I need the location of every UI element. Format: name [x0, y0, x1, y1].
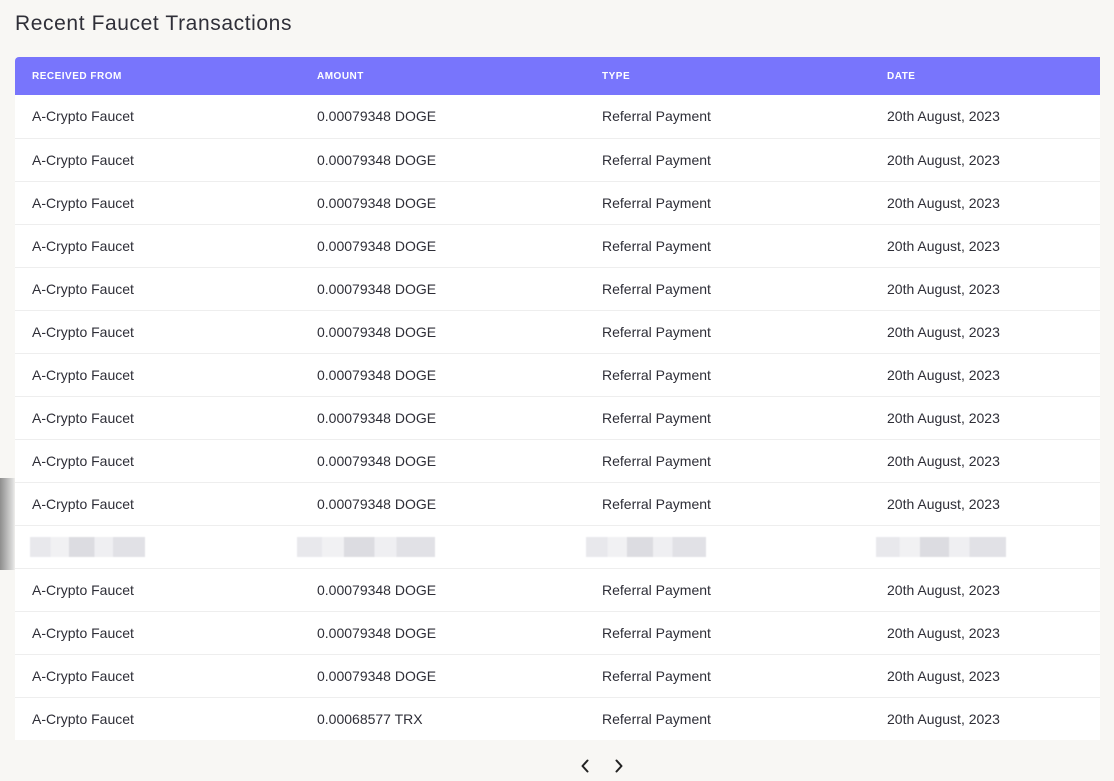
transactions-table-card: RECEIVED FROM AMOUNT TYPE DATE A-Crypto …: [15, 57, 1100, 740]
table-row: A-Crypto Faucet 0.00079348 DOGE Referral P…: [15, 653, 1100, 697]
redacted-block: [586, 536, 706, 557]
table-row: A-Crypto Faucet 0.00079348 DOGE Referral P…: [15, 180, 1100, 224]
cell-type: Referral Payment: [585, 696, 870, 740]
cell-date: 20th August, 2023: [870, 309, 1100, 353]
cell-date: 20th August, 2023: [870, 438, 1100, 482]
next-page-button[interactable]: [611, 753, 627, 779]
cell-type: Referral Payment: [585, 137, 870, 181]
cell-amount: 0.00079348 DOGE: [317, 108, 437, 125]
cell-amount: 0.00079348 DOGE: [300, 309, 585, 353]
page-title: Recent Faucet Transactions: [15, 12, 293, 35]
cell-type: Referral Payment: [602, 108, 711, 125]
cell-amount: 0.00079348 DOGE: [300, 223, 585, 267]
column-header-amount: AMOUNT: [317, 70, 364, 82]
cell-received-from: A-Crypto Faucet: [15, 438, 300, 482]
cell-amount: 0.00079348 DOGE: [300, 567, 585, 611]
column-header-received-from: RECEIVED FROM: [32, 70, 122, 82]
pagination: [0, 753, 1114, 781]
redacted-block: [30, 536, 145, 557]
cell-amount: [297, 524, 585, 568]
cell-received-from: A-Crypto Faucet: [15, 352, 300, 396]
cell-received-from: A-Crypto Faucet: [15, 653, 300, 697]
cell-type: Referral Payment: [585, 309, 870, 353]
table-row: A-Crypto Faucet 0.00079348 DOGE Referral P…: [15, 95, 1100, 138]
cell-received-from: A-Crypto Faucet: [15, 266, 300, 310]
chevron-right-icon: [615, 759, 623, 773]
cell-received-from: [15, 524, 300, 568]
table-body: A-Crypto Faucet 0.00079348 DOGE Referral P…: [15, 95, 1100, 740]
cell-type: Referral Payment: [585, 180, 870, 224]
table-row: A-Crypto Faucet 0.00068577 TRX Referral Pa…: [15, 696, 1100, 740]
table-row: A-Crypto Faucet 0.00079348 DOGE Referral P…: [15, 610, 1100, 654]
column-header-type: TYPE: [602, 70, 631, 82]
cell-date: 20th August, 2023: [870, 180, 1100, 224]
cell-date: 20th August, 2023: [870, 223, 1100, 267]
cell-amount: 0.00079348 DOGE: [300, 137, 585, 181]
cell-received-from: A-Crypto Faucet: [15, 137, 300, 181]
cell-type: Referral Payment: [585, 481, 870, 525]
table-row: A-Crypto Faucet 0.00079348 DOGE Referral P…: [15, 567, 1100, 611]
table-row: A-Crypto Faucet 0.00079348 DOGE Referral P…: [15, 266, 1100, 310]
cell-type: Referral Payment: [585, 653, 870, 697]
cell-amount: 0.00079348 DOGE: [300, 180, 585, 224]
cell-received-from: A-Crypto Faucet: [15, 180, 300, 224]
table-row: A-Crypto Faucet 0.00079348 DOGE Referral P…: [15, 352, 1100, 396]
cell-date: 20th August, 2023: [870, 395, 1100, 439]
cell-type: Referral Payment: [585, 352, 870, 396]
cell-type: Referral Payment: [585, 610, 870, 654]
table-row: A-Crypto Faucet 0.00079348 DOGE Referral P…: [15, 137, 1100, 181]
cell-received-from: A-Crypto Faucet: [15, 481, 300, 525]
cell-received-from: A-Crypto Faucet: [15, 309, 300, 353]
chevron-left-icon: [581, 759, 589, 773]
cell-date: 20th August, 2023: [870, 352, 1100, 396]
table-row: A-Crypto Faucet 0.00079348 DOGE Referral P…: [15, 438, 1100, 482]
cell-date: 20th August, 2023: [870, 137, 1100, 181]
cell-amount: 0.00079348 DOGE: [300, 266, 585, 310]
cell-type: Referral Payment: [585, 223, 870, 267]
cell-received-from: A-Crypto Faucet: [15, 610, 300, 654]
cell-type: Referral Payment: [585, 567, 870, 611]
cell-received-from: A-Crypto Faucet: [15, 567, 300, 611]
cell-received-from: A-Crypto Faucet: [15, 696, 300, 740]
table-row: A-Crypto Faucet 0.00079348 DOGE Referral P…: [15, 395, 1100, 439]
table-row: A-Crypto Faucet 0.00079348 DOGE Referral P…: [15, 223, 1100, 267]
cell-received-from: A-Crypto Faucet: [32, 108, 134, 125]
table-row: A-Crypto Faucet 0.00079348 DOGE Referral P…: [15, 309, 1100, 353]
transactions-table: RECEIVED FROM AMOUNT TYPE DATE A-Crypto …: [15, 57, 1100, 740]
page: Recent Faucet Transactions RECEIVED FROM…: [0, 0, 1114, 781]
table-row-redacted: [15, 524, 1100, 568]
cell-type: Referral Payment: [585, 395, 870, 439]
cell-type: Referral Payment: [585, 438, 870, 482]
redacted-block: [297, 536, 435, 557]
cell-received-from: A-Crypto Faucet: [15, 395, 300, 439]
cell-date: 20th August, 2023: [870, 610, 1100, 654]
cell-amount: 0.00079348 DOGE: [300, 438, 585, 482]
cell-amount: 0.00079348 DOGE: [300, 653, 585, 697]
table-header-row: RECEIVED FROM AMOUNT TYPE DATE: [15, 57, 1100, 95]
cell-date: [870, 524, 1100, 568]
cell-date: 20th August, 2023: [870, 567, 1100, 611]
cell-type: [585, 524, 870, 568]
cell-date: 20th August, 2023: [887, 108, 1000, 125]
cell-date: 20th August, 2023: [870, 481, 1100, 525]
cell-date: 20th August, 2023: [870, 266, 1100, 310]
left-edge-shadow: [0, 478, 16, 570]
cell-amount: 0.00079348 DOGE: [300, 395, 585, 439]
cell-received-from: A-Crypto Faucet: [15, 223, 300, 267]
column-header-date: DATE: [887, 70, 916, 82]
cell-date: 20th August, 2023: [870, 653, 1100, 697]
cell-amount: 0.00068577 TRX: [300, 696, 585, 740]
cell-amount: 0.00079348 DOGE: [300, 481, 585, 525]
table-header: RECEIVED FROM AMOUNT TYPE DATE: [15, 57, 1100, 95]
cell-date: 20th August, 2023: [870, 696, 1100, 740]
prev-page-button[interactable]: [577, 753, 593, 779]
cell-amount: 0.00079348 DOGE: [300, 610, 585, 654]
cell-amount: 0.00079348 DOGE: [300, 352, 585, 396]
redacted-block: [876, 536, 1006, 557]
table-row: A-Crypto Faucet 0.00079348 DOGE Referral P…: [15, 481, 1100, 525]
cell-type: Referral Payment: [585, 266, 870, 310]
